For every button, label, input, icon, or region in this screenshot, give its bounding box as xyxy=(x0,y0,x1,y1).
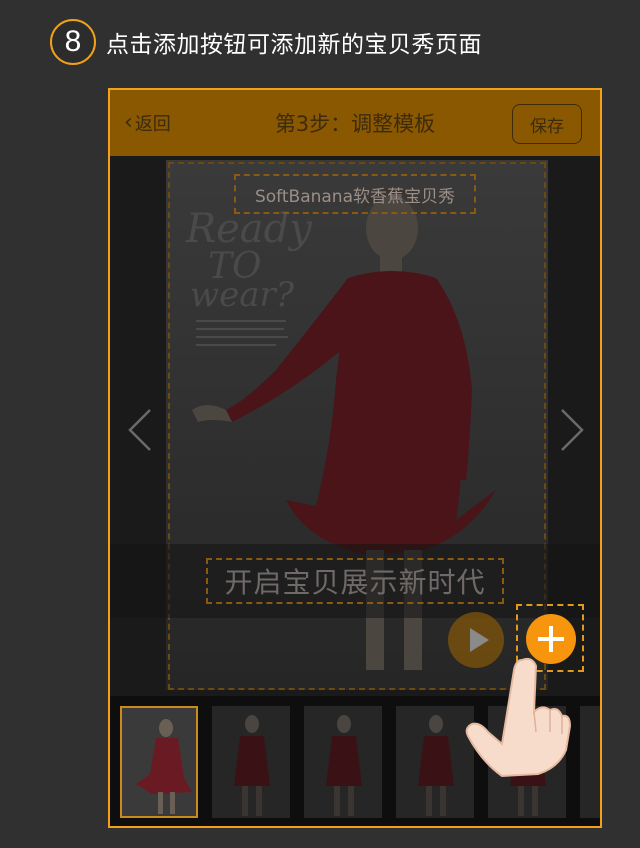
step-number-badge: 8 xyxy=(50,19,96,65)
thumbnail-page[interactable] xyxy=(580,706,600,818)
step-header: 8 点击添加按钮可添加新的宝贝秀页面 xyxy=(50,16,482,68)
save-button[interactable]: 保存 xyxy=(512,104,582,144)
thumbnail-page[interactable] xyxy=(304,706,382,818)
step-instruction: 点击添加按钮可添加新的宝贝秀页面 xyxy=(106,32,482,58)
top-nav-bar: ‹ 返回 第3步：调整模板 保存 xyxy=(110,90,600,156)
chevron-right-icon xyxy=(561,409,584,451)
next-page-arrow[interactable] xyxy=(558,406,586,462)
thumbnail-page[interactable] xyxy=(212,706,290,818)
brand-text-box[interactable]: SoftBanana软香蕉宝贝秀 xyxy=(234,174,476,214)
pointing-hand-icon xyxy=(465,657,572,778)
chevron-left-icon xyxy=(128,409,151,451)
thumbnail-image xyxy=(234,715,270,816)
thumbnail-image xyxy=(326,715,362,816)
slogan-text-box[interactable]: 开启宝贝展示新时代 xyxy=(206,558,504,604)
previous-page-arrow[interactable] xyxy=(126,406,154,462)
template-canvas: Ready TO wear? SoftBanana软香蕉宝贝秀 开启宝贝展示新时… xyxy=(110,156,600,696)
thumbnail-image xyxy=(136,719,192,814)
thumbnail-page[interactable] xyxy=(120,706,198,818)
